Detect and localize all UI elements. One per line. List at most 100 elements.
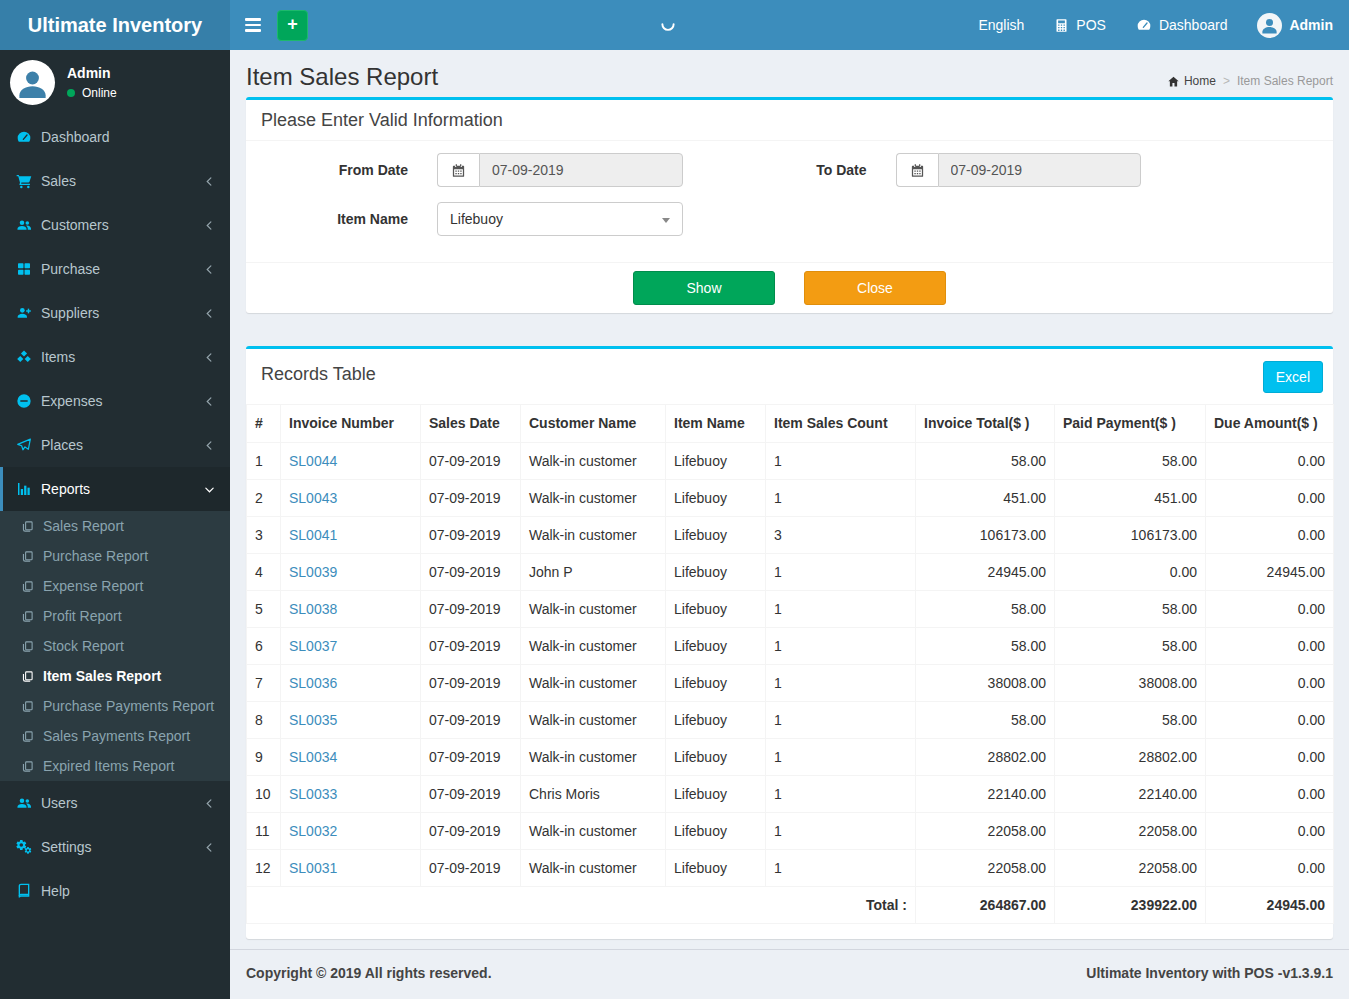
sidebar-item-help[interactable]: Help bbox=[0, 869, 230, 913]
invoice-link[interactable]: SL0037 bbox=[289, 638, 337, 654]
sidebar-subitem-purchase-payments-report[interactable]: Purchase Payments Report bbox=[0, 691, 230, 721]
user-menu[interactable]: Admin bbox=[1242, 0, 1349, 50]
sidebar-item-suppliers[interactable]: Suppliers bbox=[0, 291, 230, 335]
cell-item-name: Lifebuoy bbox=[666, 850, 766, 887]
excel-button[interactable]: Excel bbox=[1263, 361, 1323, 393]
cell-customer-name: Walk-in customer bbox=[521, 628, 666, 665]
sidebar-item-expenses[interactable]: Expenses bbox=[0, 379, 230, 423]
calendar-icon bbox=[451, 163, 466, 178]
cell-customer-name: John P bbox=[521, 554, 666, 591]
col-header-due-amount: Due Amount($ ) bbox=[1206, 405, 1334, 443]
sidebar-subitem-sales-report[interactable]: Sales Report bbox=[0, 511, 230, 541]
cell-invoice-total: 28802.00 bbox=[916, 739, 1055, 776]
sidebar-item-places[interactable]: Places bbox=[0, 423, 230, 467]
to-date-label: To Date bbox=[790, 153, 867, 187]
cell-due-amount: 0.00 bbox=[1206, 480, 1334, 517]
from-date-input[interactable] bbox=[479, 153, 683, 187]
loading-spinner-icon bbox=[659, 16, 677, 34]
copy-icon bbox=[21, 520, 34, 533]
invoice-link[interactable]: SL0031 bbox=[289, 860, 337, 876]
sidebar-subitem-purchase-report[interactable]: Purchase Report bbox=[0, 541, 230, 571]
cell-customer-name: Walk-in customer bbox=[521, 702, 666, 739]
calendar-addon bbox=[896, 153, 938, 187]
sidebar-subitem-sales-payments-report[interactable]: Sales Payments Report bbox=[0, 721, 230, 751]
invoice-link[interactable]: SL0044 bbox=[289, 453, 337, 469]
cell-index: 6 bbox=[247, 628, 281, 665]
sidebar-subitem-expired-items-report[interactable]: Expired Items Report bbox=[0, 751, 230, 781]
cell-due-amount: 0.00 bbox=[1206, 702, 1334, 739]
cell-invoice-total: 58.00 bbox=[916, 591, 1055, 628]
invoice-link[interactable]: SL0038 bbox=[289, 601, 337, 617]
cell-customer-name: Walk-in customer bbox=[521, 517, 666, 554]
add-button[interactable]: + bbox=[277, 10, 308, 41]
cell-invoice-total: 38008.00 bbox=[916, 665, 1055, 702]
sidebar-item-dashboard[interactable]: Dashboard bbox=[0, 115, 230, 159]
cell-index: 3 bbox=[247, 517, 281, 554]
cell-due-amount: 0.00 bbox=[1206, 628, 1334, 665]
copy-icon bbox=[21, 640, 34, 653]
dashboard-link[interactable]: Dashboard bbox=[1121, 0, 1243, 50]
user-status: Online bbox=[67, 86, 117, 100]
sidebar-item-users[interactable]: Users bbox=[0, 781, 230, 825]
invoice-link[interactable]: SL0039 bbox=[289, 564, 337, 580]
invoice-link[interactable]: SL0035 bbox=[289, 712, 337, 728]
show-button[interactable]: Show bbox=[633, 271, 775, 305]
to-date-input[interactable] bbox=[938, 153, 1141, 187]
sidebar-item-reports[interactable]: Reports bbox=[0, 467, 230, 511]
sidebar-item-purchase[interactable]: Purchase bbox=[0, 247, 230, 291]
cell-item-sales-count: 1 bbox=[766, 850, 916, 887]
cell-paid-payment: 58.00 bbox=[1055, 591, 1206, 628]
sidebar-item-items[interactable]: Items bbox=[0, 335, 230, 379]
copy-icon bbox=[21, 730, 34, 743]
invoice-link[interactable]: SL0032 bbox=[289, 823, 337, 839]
cell-item-sales-count: 1 bbox=[766, 813, 916, 850]
cell-index: 4 bbox=[247, 554, 281, 591]
cubes-icon bbox=[16, 349, 32, 365]
sidebar-subitem-stock-report[interactable]: Stock Report bbox=[0, 631, 230, 661]
copy-icon bbox=[21, 580, 34, 593]
invoice-link[interactable]: SL0043 bbox=[289, 490, 337, 506]
cell-due-amount: 0.00 bbox=[1206, 517, 1334, 554]
grid-icon bbox=[16, 261, 32, 277]
item-name-select[interactable]: Lifebuoy bbox=[437, 202, 683, 236]
close-button[interactable]: Close bbox=[804, 271, 946, 305]
chevron-left-icon bbox=[204, 220, 215, 231]
invoice-link[interactable]: SL0036 bbox=[289, 675, 337, 691]
cell-due-amount: 0.00 bbox=[1206, 739, 1334, 776]
cell-customer-name: Walk-in customer bbox=[521, 480, 666, 517]
users-icon bbox=[16, 217, 32, 233]
cell-customer-name: Walk-in customer bbox=[521, 591, 666, 628]
user-name: Admin bbox=[67, 65, 117, 81]
invoice-link[interactable]: SL0041 bbox=[289, 527, 337, 543]
col-header-item-name: Item Name bbox=[666, 405, 766, 443]
app-logo[interactable]: Ultimate Inventory bbox=[0, 0, 230, 50]
user-avatar-large bbox=[10, 60, 55, 105]
sidebar-toggle-button[interactable] bbox=[230, 0, 276, 50]
invoice-link[interactable]: SL0033 bbox=[289, 786, 337, 802]
calculator-icon bbox=[1054, 18, 1069, 33]
sidebar-subitem-item-sales-report[interactable]: Item Sales Report bbox=[0, 661, 230, 691]
breadcrumb-home-link[interactable]: Home bbox=[1167, 74, 1216, 88]
gears-icon bbox=[16, 839, 32, 855]
cell-invoice-number: SL0033 bbox=[281, 776, 421, 813]
invoice-link[interactable]: SL0034 bbox=[289, 749, 337, 765]
table-row: 1 SL0044 07-09-2019 Walk-in customer Lif… bbox=[247, 443, 1334, 480]
cell-index: 10 bbox=[247, 776, 281, 813]
user-plus-icon bbox=[16, 305, 32, 321]
cell-paid-payment: 58.00 bbox=[1055, 443, 1206, 480]
calendar-addon bbox=[437, 153, 479, 187]
cell-index: 5 bbox=[247, 591, 281, 628]
pos-link[interactable]: POS bbox=[1039, 0, 1121, 50]
sidebar-item-customers[interactable]: Customers bbox=[0, 203, 230, 247]
language-menu[interactable]: English bbox=[963, 0, 1039, 50]
records-box-title: Records Table bbox=[261, 364, 376, 384]
chevron-left-icon bbox=[204, 176, 215, 187]
sidebar-subitem-expense-report[interactable]: Expense Report bbox=[0, 571, 230, 601]
cell-sales-date: 07-09-2019 bbox=[421, 813, 521, 850]
sidebar-item-settings[interactable]: Settings bbox=[0, 825, 230, 869]
cell-sales-date: 07-09-2019 bbox=[421, 776, 521, 813]
sidebar-subitem-profit-report[interactable]: Profit Report bbox=[0, 601, 230, 631]
user-avatar bbox=[1257, 13, 1282, 38]
users-icon bbox=[16, 795, 32, 811]
sidebar-item-sales[interactable]: Sales bbox=[0, 159, 230, 203]
